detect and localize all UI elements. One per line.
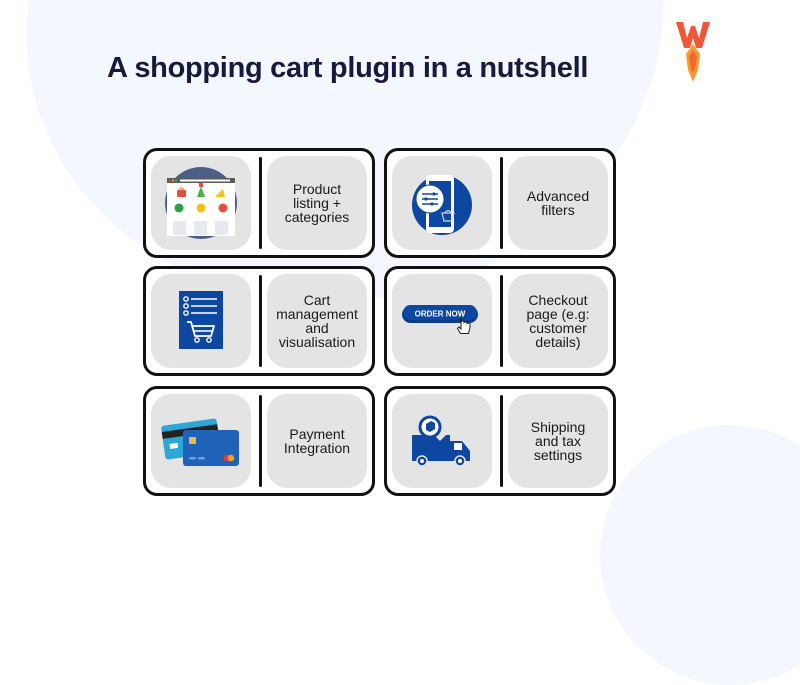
icon-panel [151,394,251,488]
card-divider [500,275,503,367]
card-divider [259,157,262,249]
feature-label: Payment Integration [283,426,351,456]
label-panel: Product listing + categories [267,156,367,250]
card-divider [259,275,262,367]
icon-panel: ORDER NOW [392,274,492,368]
feature-card-shipping: Shipping and tax settings [384,386,616,496]
label-panel: Checkout page (e.g: customer details) [508,274,608,368]
feature-card-checkout: ORDER NOW Checkout page (e.g: customer d… [384,266,616,376]
cart-checklist-icon [179,291,223,349]
icon-panel [392,394,492,488]
label-panel: Payment Integration [267,394,367,488]
feature-label: Advanced filters [526,188,590,218]
feature-label: Product listing + categories [284,181,350,225]
feature-card-payment: Payment Integration [143,386,375,496]
feature-card-product-listing: Product listing + categories [143,148,375,258]
order-now-button-icon: ORDER NOW [402,305,478,334]
order-now-label: ORDER NOW [415,310,466,319]
feature-label: Checkout page (e.g: customer details) [526,292,590,350]
card-divider [500,395,503,487]
page-title: A shopping cart plugin in a nutshell [107,52,589,84]
label-panel: Cart management and visualisation [267,274,367,368]
wpmayor-w-logo-icon [676,22,710,82]
label-panel: Advanced filters [508,156,608,250]
product-listing-webpage-icon [165,167,237,239]
icon-panel [151,274,251,368]
icon-panel [392,156,492,250]
card-divider [259,395,262,487]
feature-label: Cart management and visualisation [276,292,358,350]
credit-cards-icon [161,418,239,466]
icon-panel [151,156,251,250]
feature-card-advanced-filters: Advanced filters [384,148,616,258]
card-divider [500,157,503,249]
background-blob-bottom [600,425,800,685]
feature-card-cart-management: Cart management and visualisation [143,266,375,376]
delivery-truck-icon [412,415,470,467]
feature-label: Shipping and tax settings [530,419,586,463]
label-panel: Shipping and tax settings [508,394,608,488]
mobile-filter-icon [412,175,472,235]
